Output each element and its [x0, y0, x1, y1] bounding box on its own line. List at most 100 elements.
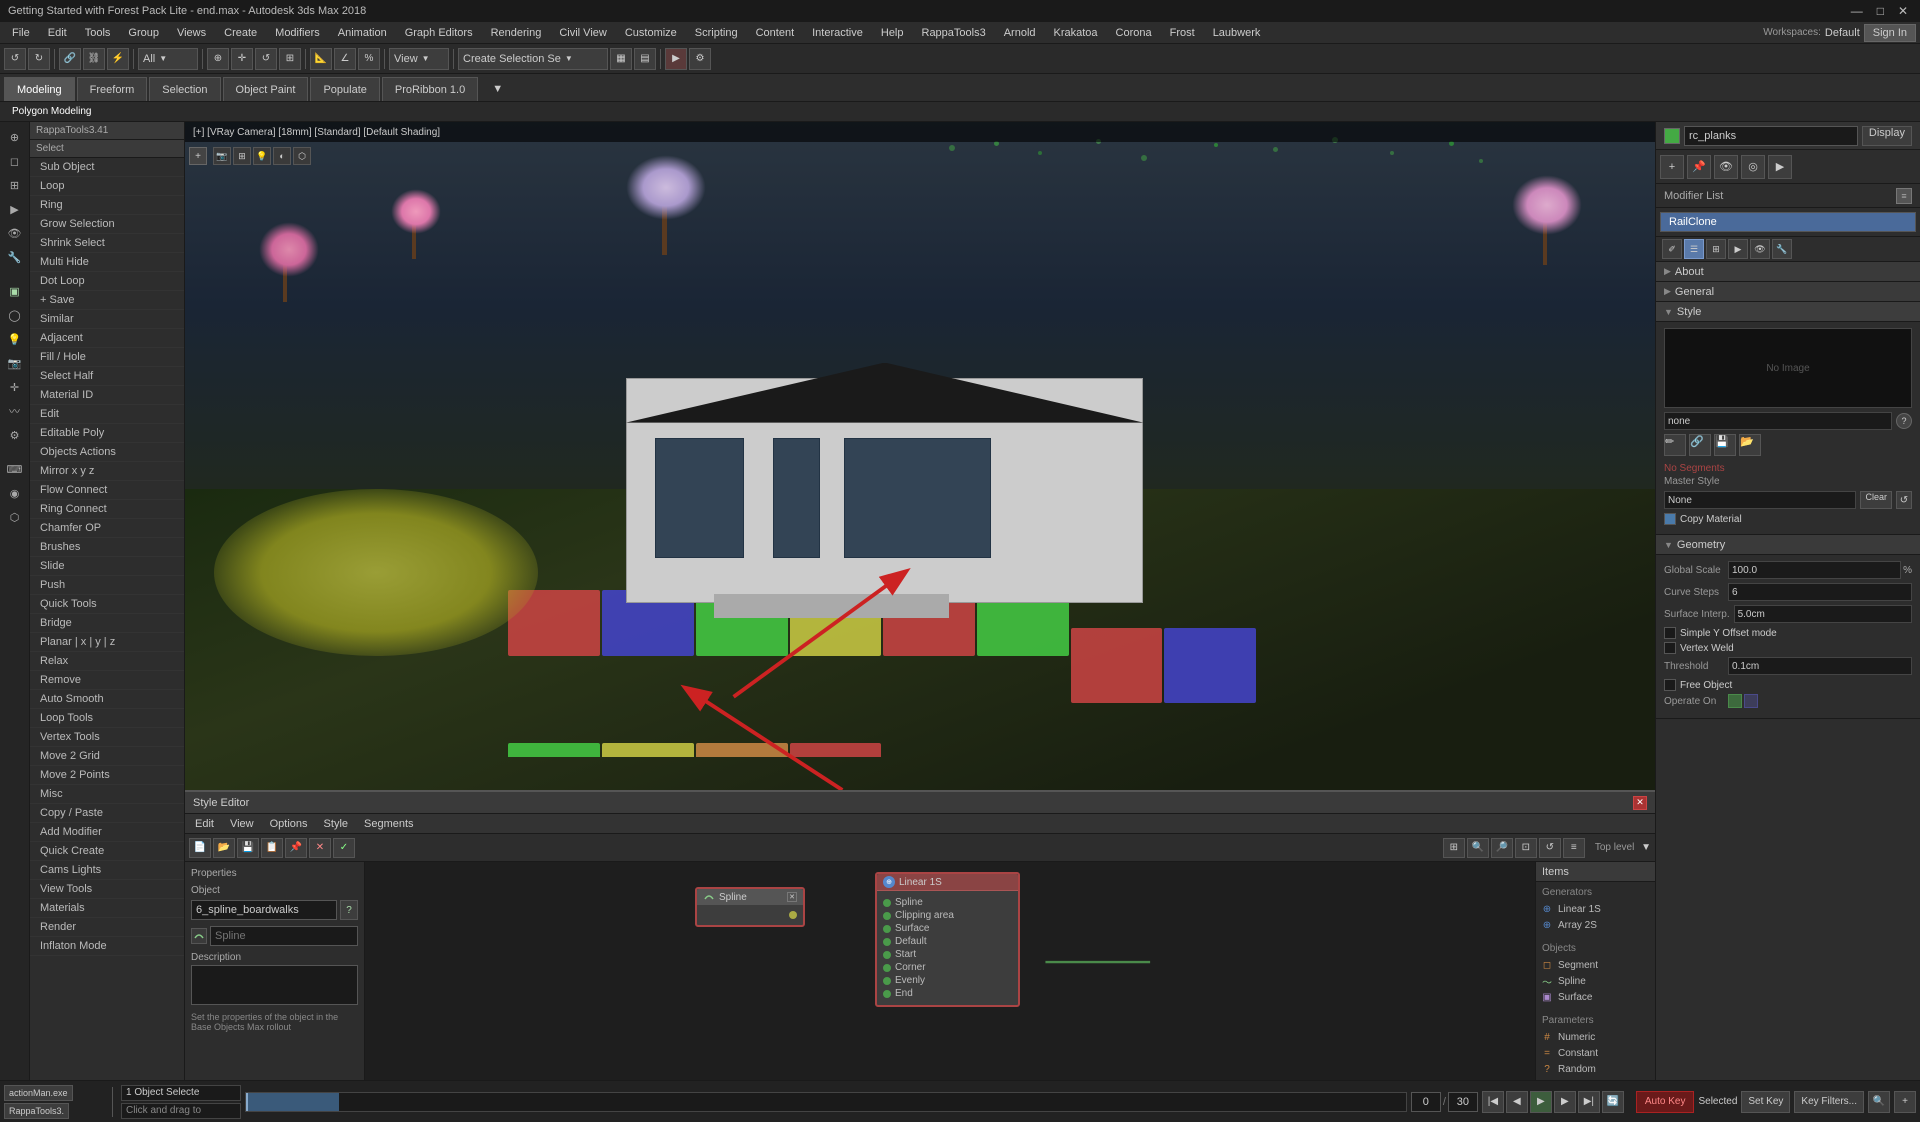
menu-views[interactable]: Views: [169, 25, 214, 41]
operate-on-mesh-btn[interactable]: [1728, 694, 1742, 708]
item-random[interactable]: ? Random: [1540, 1062, 1651, 1076]
item-segment[interactable]: ◻ Segment: [1540, 958, 1651, 972]
se-menu-options[interactable]: Options: [264, 818, 314, 830]
se-menu-style[interactable]: Style: [318, 818, 354, 830]
rp-eye-btn[interactable]: 👁: [1714, 155, 1738, 179]
redo-btn[interactable]: ↻: [28, 48, 50, 70]
item-constant[interactable]: = Constant: [1540, 1046, 1651, 1060]
simple-y-checkbox[interactable]: [1664, 627, 1676, 639]
linear-dot-corner[interactable]: [883, 964, 891, 972]
hierarchy-icon[interactable]: ⊞: [4, 174, 26, 196]
se-menu-view[interactable]: View: [224, 818, 260, 830]
cmd-multi-hide[interactable]: Multi Hide: [30, 253, 184, 272]
item-linear-1s[interactable]: ⊕ Linear 1S: [1540, 902, 1651, 916]
se-check-btn[interactable]: ✓: [333, 838, 355, 858]
cmd-remove[interactable]: Remove: [30, 671, 184, 690]
se-more-btn[interactable]: ≡: [1563, 838, 1585, 858]
description-textarea[interactable]: [191, 965, 358, 1005]
spline-node-close[interactable]: ✕: [787, 892, 797, 902]
cmd-render[interactable]: Render: [30, 918, 184, 937]
se-zoom-out-btn[interactable]: 🔎: [1491, 838, 1513, 858]
sign-in-button[interactable]: Sign In: [1864, 24, 1916, 42]
rp-icon-mod[interactable]: ☰: [1684, 239, 1704, 259]
modifier-railclone[interactable]: RailClone: [1661, 213, 1915, 231]
menu-rendering[interactable]: Rendering: [483, 25, 550, 41]
spline-output-dot[interactable]: [789, 911, 797, 919]
tab-extra-btn[interactable]: ▼: [480, 77, 515, 101]
se-menu-segments[interactable]: Segments: [358, 818, 420, 830]
percent-snap-btn[interactable]: %: [358, 48, 380, 70]
action-man-btn[interactable]: actionMan.exe: [4, 1085, 73, 1101]
menu-create[interactable]: Create: [216, 25, 265, 41]
create-light-icon[interactable]: 💡: [4, 328, 26, 350]
linear-node[interactable]: ⊕ Linear 1S Spline Clipping area: [875, 872, 1020, 1007]
cmd-quick-tools[interactable]: Quick Tools: [30, 595, 184, 614]
tab-modeling[interactable]: Modeling: [4, 77, 75, 101]
se-fit-btn[interactable]: ⊡: [1515, 838, 1537, 858]
master-style-value[interactable]: None: [1664, 491, 1856, 509]
rp-new-vp-btn[interactable]: +: [1660, 155, 1684, 179]
menu-krakatoa[interactable]: Krakatoa: [1046, 25, 1106, 41]
clear-btn[interactable]: Clear: [1860, 491, 1892, 509]
item-array-2s[interactable]: ⊕ Array 2S: [1540, 918, 1651, 932]
cmd-bridge[interactable]: Bridge: [30, 614, 184, 633]
minimize-btn[interactable]: —: [1847, 4, 1867, 18]
cmd-mirror[interactable]: Mirror x y z: [30, 462, 184, 481]
window-controls[interactable]: — □ ✕: [1847, 4, 1912, 18]
linear-dot-clipping[interactable]: [883, 912, 891, 920]
cmd-save[interactable]: + Save: [30, 291, 184, 310]
rp-icon-display[interactable]: 👁: [1750, 239, 1770, 259]
create-shape-icon[interactable]: ◯: [4, 304, 26, 326]
menu-edit[interactable]: Edit: [40, 25, 75, 41]
surface-interp-input[interactable]: [1734, 605, 1912, 623]
style-help-btn[interactable]: ?: [1896, 413, 1912, 429]
linear-dot-evenly[interactable]: [883, 977, 891, 985]
cmd-quick-create[interactable]: Quick Create: [30, 842, 184, 861]
unlink-btn[interactable]: ⛓: [83, 48, 105, 70]
general-section-header[interactable]: ▶ General: [1656, 282, 1920, 302]
vp-shade2-icon[interactable]: ⬡: [293, 147, 311, 165]
item-numeric[interactable]: # Numeric: [1540, 1030, 1651, 1044]
copy-material-checkbox[interactable]: [1664, 513, 1676, 525]
se-new-btn[interactable]: 📄: [189, 838, 211, 858]
cmd-add-modifier[interactable]: Add Modifier: [30, 823, 184, 842]
motion-icon[interactable]: ▶: [4, 198, 26, 220]
vp-shading-icon[interactable]: ◐: [273, 147, 291, 165]
about-section-header[interactable]: ▶ About: [1656, 262, 1920, 282]
menu-frost[interactable]: Frost: [1162, 25, 1203, 41]
modifier-list-btn[interactable]: ≡: [1896, 188, 1912, 204]
cmd-ring-connect[interactable]: Ring Connect: [30, 500, 184, 519]
cmd-select-half[interactable]: Select Half: [30, 367, 184, 386]
scale-btn[interactable]: ⊞: [279, 48, 301, 70]
menu-customize[interactable]: Customize: [617, 25, 685, 41]
cmd-misc[interactable]: Misc: [30, 785, 184, 804]
go-end-btn[interactable]: ▶|: [1578, 1091, 1600, 1113]
menu-tools[interactable]: Tools: [77, 25, 119, 41]
cmd-copy-paste[interactable]: Copy / Paste: [30, 804, 184, 823]
tab-proribbon[interactable]: ProRibbon 1.0: [382, 77, 478, 101]
cmd-inflaton-mode[interactable]: Inflaton Mode: [30, 937, 184, 956]
cmd-vertex-tools[interactable]: Vertex Tools: [30, 728, 184, 747]
menu-animation[interactable]: Animation: [330, 25, 395, 41]
menu-rappatools3[interactable]: RappaTools3: [914, 25, 994, 41]
set-key-btn[interactable]: Set Key: [1741, 1091, 1790, 1113]
style-editor-close[interactable]: ✕: [1633, 796, 1647, 810]
cmd-materials[interactable]: Materials: [30, 899, 184, 918]
menu-arnold[interactable]: Arnold: [996, 25, 1044, 41]
cmd-flow-connect[interactable]: Flow Connect: [30, 481, 184, 500]
cmd-brushes[interactable]: Brushes: [30, 538, 184, 557]
menu-content[interactable]: Content: [748, 25, 803, 41]
se-open-btn[interactable]: 📂: [213, 838, 235, 858]
rp-icon-utility[interactable]: 🔧: [1772, 239, 1792, 259]
cmd-relax[interactable]: Relax: [30, 652, 184, 671]
render-btn[interactable]: ▶: [665, 48, 687, 70]
rappa-tools-btn[interactable]: RappaTools3.: [4, 1103, 69, 1119]
tab-selection[interactable]: Selection: [149, 77, 220, 101]
move-btn[interactable]: ✛: [231, 48, 253, 70]
extra-icon-1[interactable]: ◉: [4, 482, 26, 504]
geometry-section-header[interactable]: ▼ Geometry: [1656, 535, 1920, 555]
cmd-shrink-select[interactable]: Shrink Select: [30, 234, 184, 253]
view-dropdown[interactable]: View ▼: [389, 48, 449, 70]
spline-node[interactable]: Spline ✕: [695, 887, 805, 927]
object-pick-btn[interactable]: ?: [340, 900, 358, 920]
